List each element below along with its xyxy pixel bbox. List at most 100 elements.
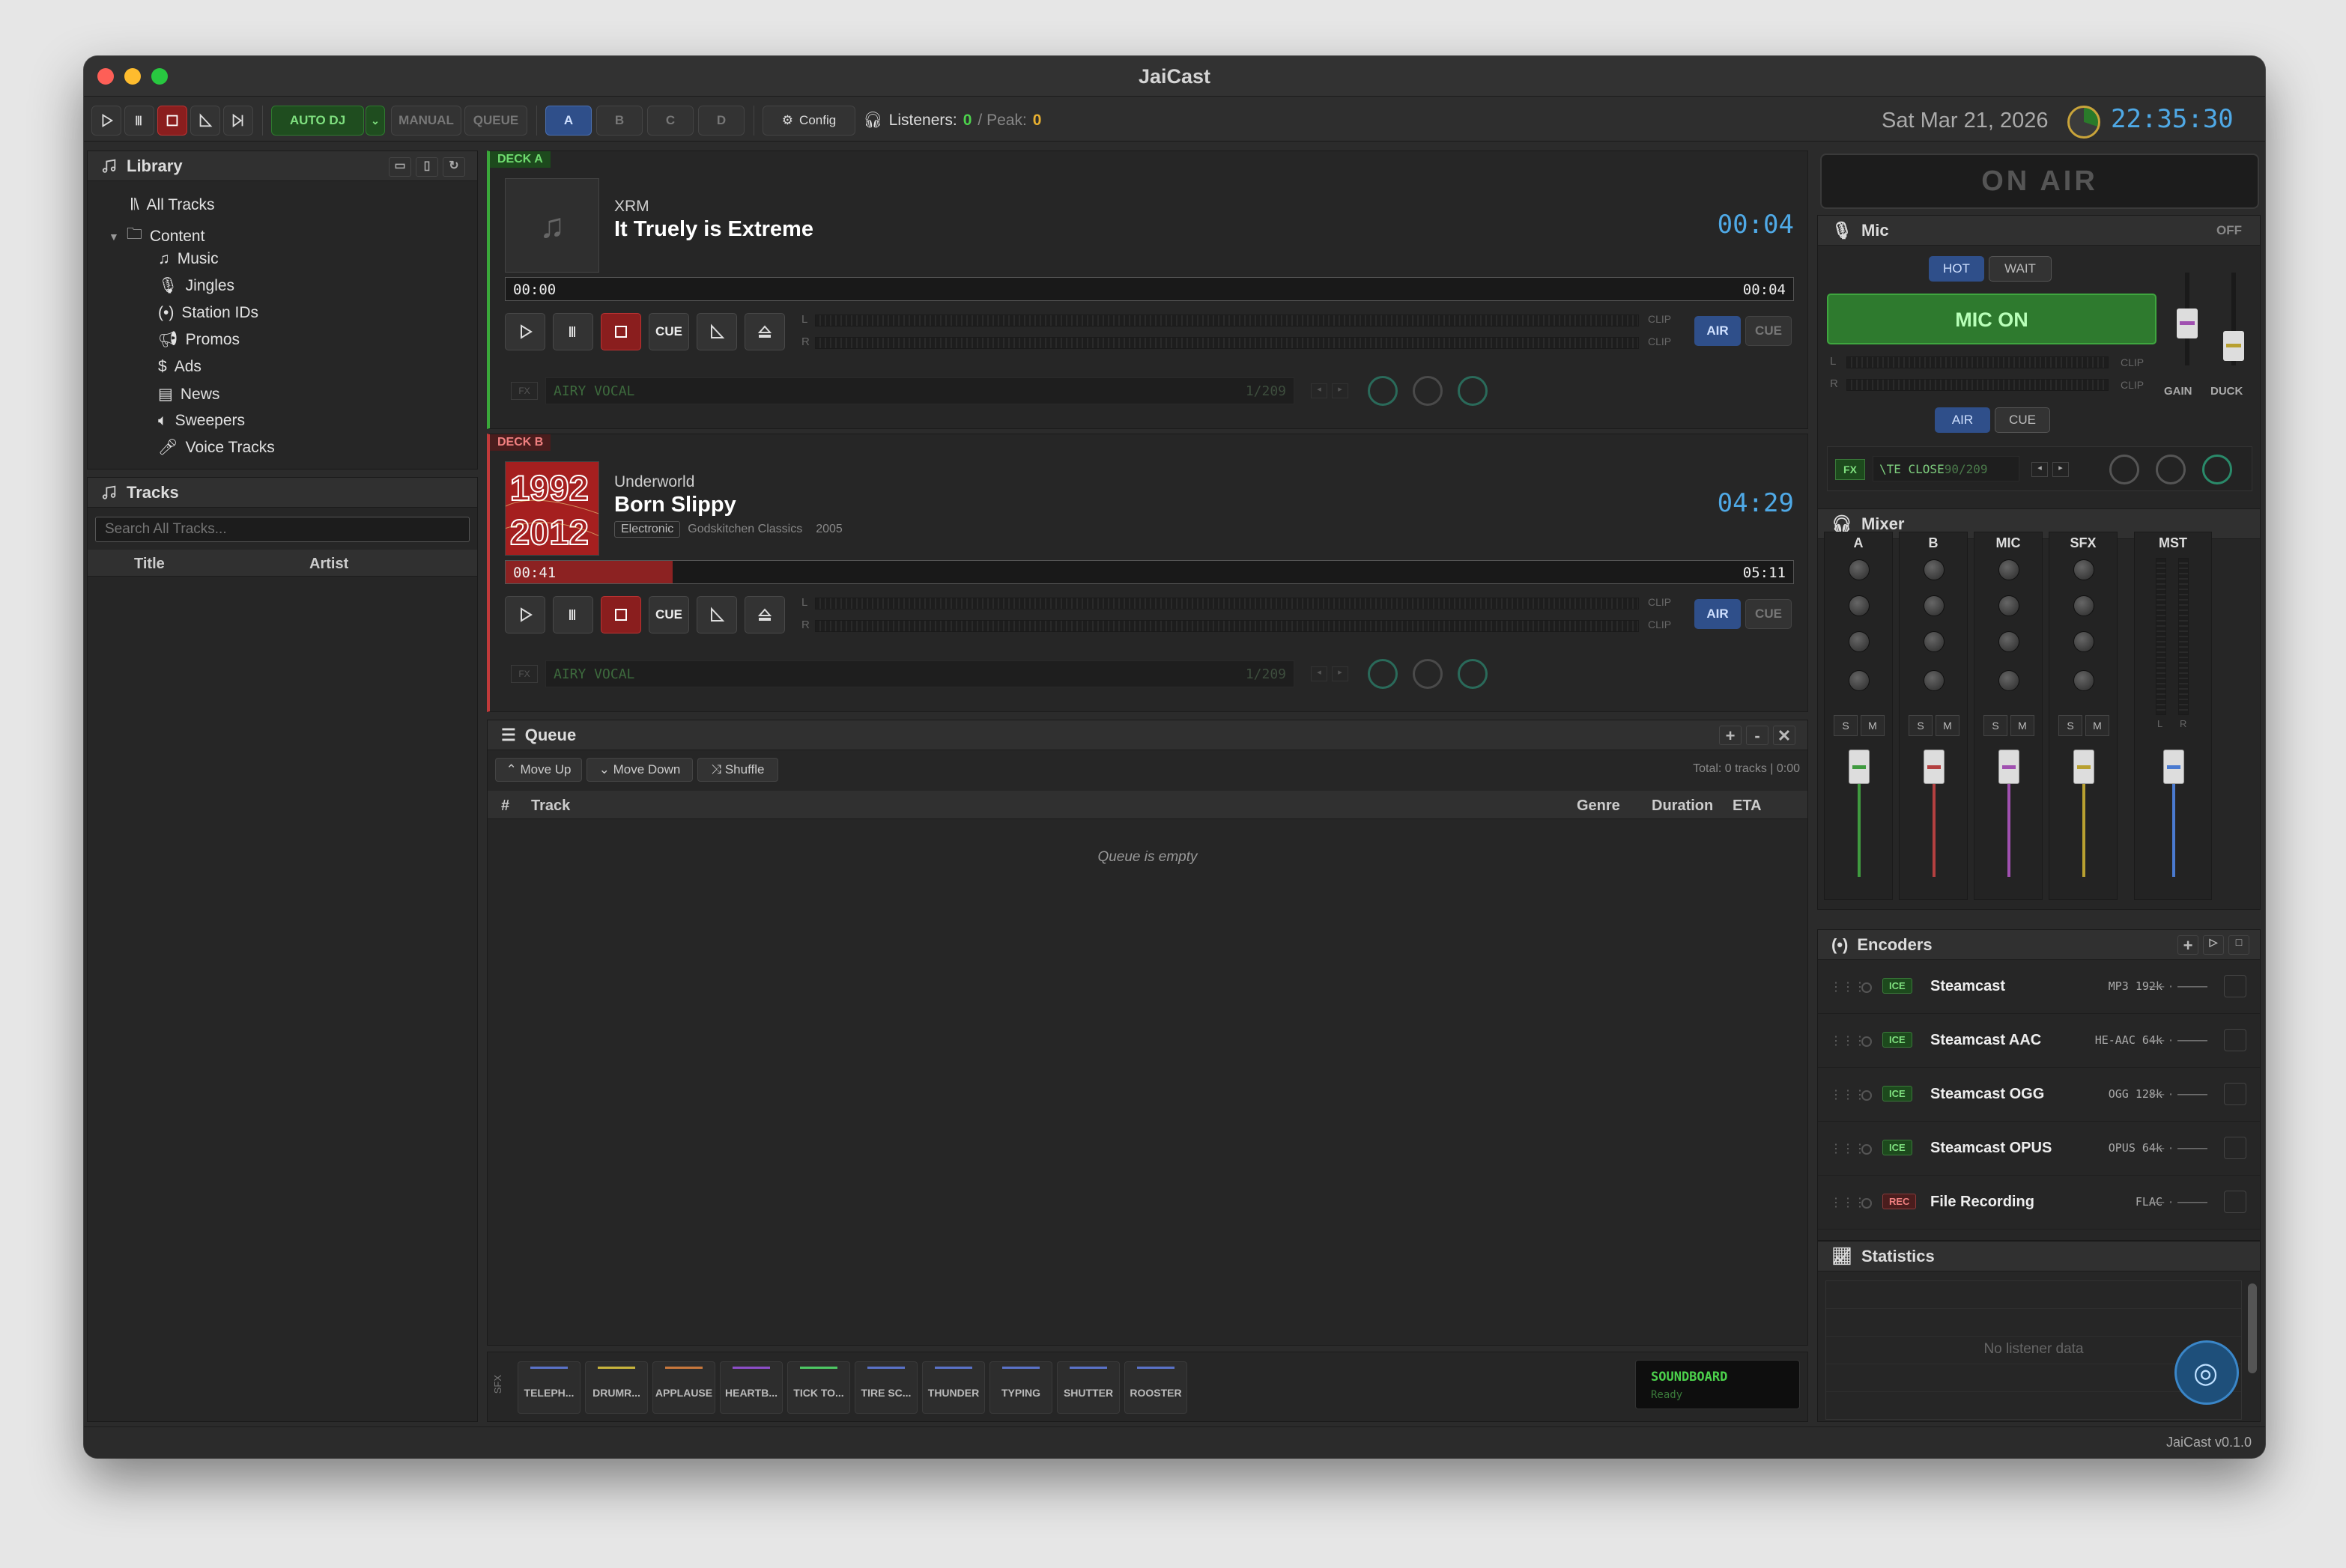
- solo-button[interactable]: S: [1834, 715, 1858, 736]
- deck-b-knob-3[interactable]: [1458, 659, 1488, 689]
- deck-a-cue-button[interactable]: CUE: [649, 313, 689, 350]
- col-duration[interactable]: Duration: [1652, 797, 1713, 815]
- config-button[interactable]: ⚙ Config: [763, 106, 855, 136]
- channel-fader[interactable]: [1924, 750, 1945, 784]
- broadcast-icon[interactable]: [2224, 975, 2246, 997]
- deck-b-play-button[interactable]: [505, 596, 545, 633]
- sfx-pad[interactable]: SHUTTER: [1057, 1361, 1120, 1414]
- channel-knob[interactable]: [2073, 559, 2094, 580]
- deck-a-next-preset[interactable]: ▸: [1332, 383, 1348, 398]
- pause-button[interactable]: [124, 106, 154, 136]
- channel-knob[interactable]: [1849, 631, 1870, 652]
- mic-wait-button[interactable]: WAIT: [1989, 256, 2052, 282]
- deck-select-d[interactable]: D: [698, 106, 745, 136]
- deck-b-air-button[interactable]: AIR: [1694, 599, 1741, 629]
- drag-handle-icon[interactable]: ⋮⋮⋮: [1830, 1195, 1866, 1210]
- deck-a-stop-button[interactable]: [601, 313, 641, 350]
- col-genre[interactable]: Genre: [1577, 797, 1620, 815]
- queue-clear-button[interactable]: ✕: [1773, 726, 1795, 745]
- drag-handle-icon[interactable]: ⋮⋮⋮: [1830, 1033, 1866, 1048]
- tree-item-news[interactable]: ▤ News: [158, 385, 219, 404]
- deck-b-pause-button[interactable]: [553, 596, 593, 633]
- tree-item-voice-tracks[interactable]: 🎤︎ Voice Tracks: [158, 439, 275, 457]
- gain-fader[interactable]: [2177, 309, 2198, 338]
- soundboard-status[interactable]: SOUNDBOARD Ready: [1635, 1360, 1800, 1409]
- channel-knob[interactable]: [1849, 559, 1870, 580]
- encoder-row[interactable]: ⋮⋮⋮ ICE Steamcast MP3 192k — · ——: [1818, 960, 2260, 1014]
- deck-b-cue-route-button[interactable]: CUE: [1745, 599, 1792, 629]
- channel-knob[interactable]: [1998, 670, 2019, 691]
- mute-button[interactable]: M: [2010, 715, 2034, 736]
- sfx-pad[interactable]: DRUMR...: [585, 1361, 648, 1414]
- queue-add-button[interactable]: +: [1719, 726, 1742, 745]
- tree-item-ads[interactable]: $ Ads: [158, 358, 201, 376]
- sfx-pad[interactable]: TICK TO...: [787, 1361, 850, 1414]
- channel-knob[interactable]: [1998, 559, 2019, 580]
- encoder-stop-all-button[interactable]: □: [2228, 935, 2249, 955]
- encoder-row[interactable]: ⋮⋮⋮ ICE Steamcast OGG OGG 128k — · ——: [1818, 1068, 2260, 1122]
- encoder-row[interactable]: ⋮⋮⋮ ICE Steamcast OPUS OPUS 64k — · ——: [1818, 1122, 2260, 1176]
- deck-a-eject-button[interactable]: [745, 313, 785, 350]
- channel-knob[interactable]: [1998, 631, 2019, 652]
- deck-b-next-preset[interactable]: ▸: [1332, 666, 1348, 681]
- sfx-pad[interactable]: THUNDER: [922, 1361, 985, 1414]
- tree-item-promos[interactable]: 📢︎ Promos: [158, 331, 240, 349]
- tree-item-all-tracks[interactable]: 𝄃\ All Tracks: [131, 196, 215, 214]
- tree-item-jingles[interactable]: 🎙︎ Jingles: [158, 277, 234, 295]
- sfx-pad[interactable]: APPLAUSE: [652, 1361, 715, 1414]
- channel-knob[interactable]: [2073, 631, 2094, 652]
- deck-a-fx-preset[interactable]: AIRY VOCAL 1/209: [545, 377, 1294, 404]
- fade-button[interactable]: [190, 106, 220, 136]
- mic-knob-3[interactable]: [2202, 455, 2232, 484]
- sfx-pad[interactable]: TELEPH...: [518, 1361, 581, 1414]
- mic-fx-button[interactable]: FX: [1835, 459, 1865, 480]
- channel-fader[interactable]: [2163, 750, 2184, 784]
- tree-item-music[interactable]: ♫ Music: [158, 250, 219, 268]
- encoder-start-all-button[interactable]: ▷: [2203, 935, 2224, 955]
- play-button[interactable]: [91, 106, 121, 136]
- channel-knob[interactable]: [2073, 670, 2094, 691]
- col-artist[interactable]: Artist: [309, 556, 348, 573]
- next-button[interactable]: [223, 106, 253, 136]
- queue-remove-button[interactable]: -: [1746, 726, 1768, 745]
- deck-a-progress[interactable]: 00:00 00:04: [505, 277, 1794, 301]
- duck-fader[interactable]: [2223, 331, 2244, 361]
- mic-cue-button[interactable]: CUE: [1995, 407, 2050, 433]
- deck-a-knob-1[interactable]: [1368, 376, 1398, 406]
- tree-item-content[interactable]: ▼ 🗀︎ Content: [109, 223, 204, 249]
- channel-knob[interactable]: [1998, 595, 2019, 616]
- deck-a-fade-button[interactable]: [697, 313, 737, 350]
- channel-fader[interactable]: [1998, 750, 2019, 784]
- encoder-add-button[interactable]: +: [2177, 935, 2198, 955]
- deck-b-fx-button[interactable]: FX: [511, 665, 538, 683]
- sfx-pad[interactable]: TYPING: [989, 1361, 1052, 1414]
- mic-fx-preset[interactable]: \TE CLOSE90/209: [1873, 456, 2019, 481]
- channel-fader[interactable]: [1849, 750, 1870, 784]
- channel-knob[interactable]: [2073, 595, 2094, 616]
- tree-item-sweepers[interactable]: 🔈︎ Sweepers: [158, 412, 245, 430]
- manual-button[interactable]: MANUAL: [391, 106, 461, 136]
- deck-a-prev-preset[interactable]: ◂: [1311, 383, 1327, 398]
- col-eta[interactable]: ETA: [1733, 797, 1762, 815]
- channel-knob[interactable]: [1849, 595, 1870, 616]
- mic-next-preset[interactable]: ▸: [2052, 462, 2069, 477]
- deck-select-c[interactable]: C: [647, 106, 694, 136]
- deck-a-knob-3[interactable]: [1458, 376, 1488, 406]
- mic-on-button[interactable]: MIC ON: [1827, 294, 2156, 344]
- col-track[interactable]: Track: [531, 797, 570, 815]
- mic-knob-1[interactable]: [2109, 455, 2139, 484]
- mic-hot-button[interactable]: HOT: [1929, 256, 1984, 282]
- deck-a-air-button[interactable]: AIR: [1694, 316, 1741, 346]
- channel-knob[interactable]: [1924, 559, 1945, 580]
- deck-b-prev-preset[interactable]: ◂: [1311, 666, 1327, 681]
- deck-b-fx-preset[interactable]: AIRY VOCAL 1/209: [545, 660, 1294, 687]
- deck-a-play-button[interactable]: [505, 313, 545, 350]
- solo-button[interactable]: S: [1909, 715, 1933, 736]
- col-title[interactable]: Title: [134, 556, 165, 573]
- record-icon[interactable]: [2224, 1191, 2246, 1213]
- move-up-button[interactable]: ⌃ Move Up: [495, 758, 582, 782]
- auto-dj-button[interactable]: AUTO DJ: [271, 106, 364, 136]
- deck-select-b[interactable]: B: [596, 106, 643, 136]
- sfx-pad[interactable]: TIRE SC...: [855, 1361, 918, 1414]
- broadcast-icon[interactable]: [2224, 1029, 2246, 1051]
